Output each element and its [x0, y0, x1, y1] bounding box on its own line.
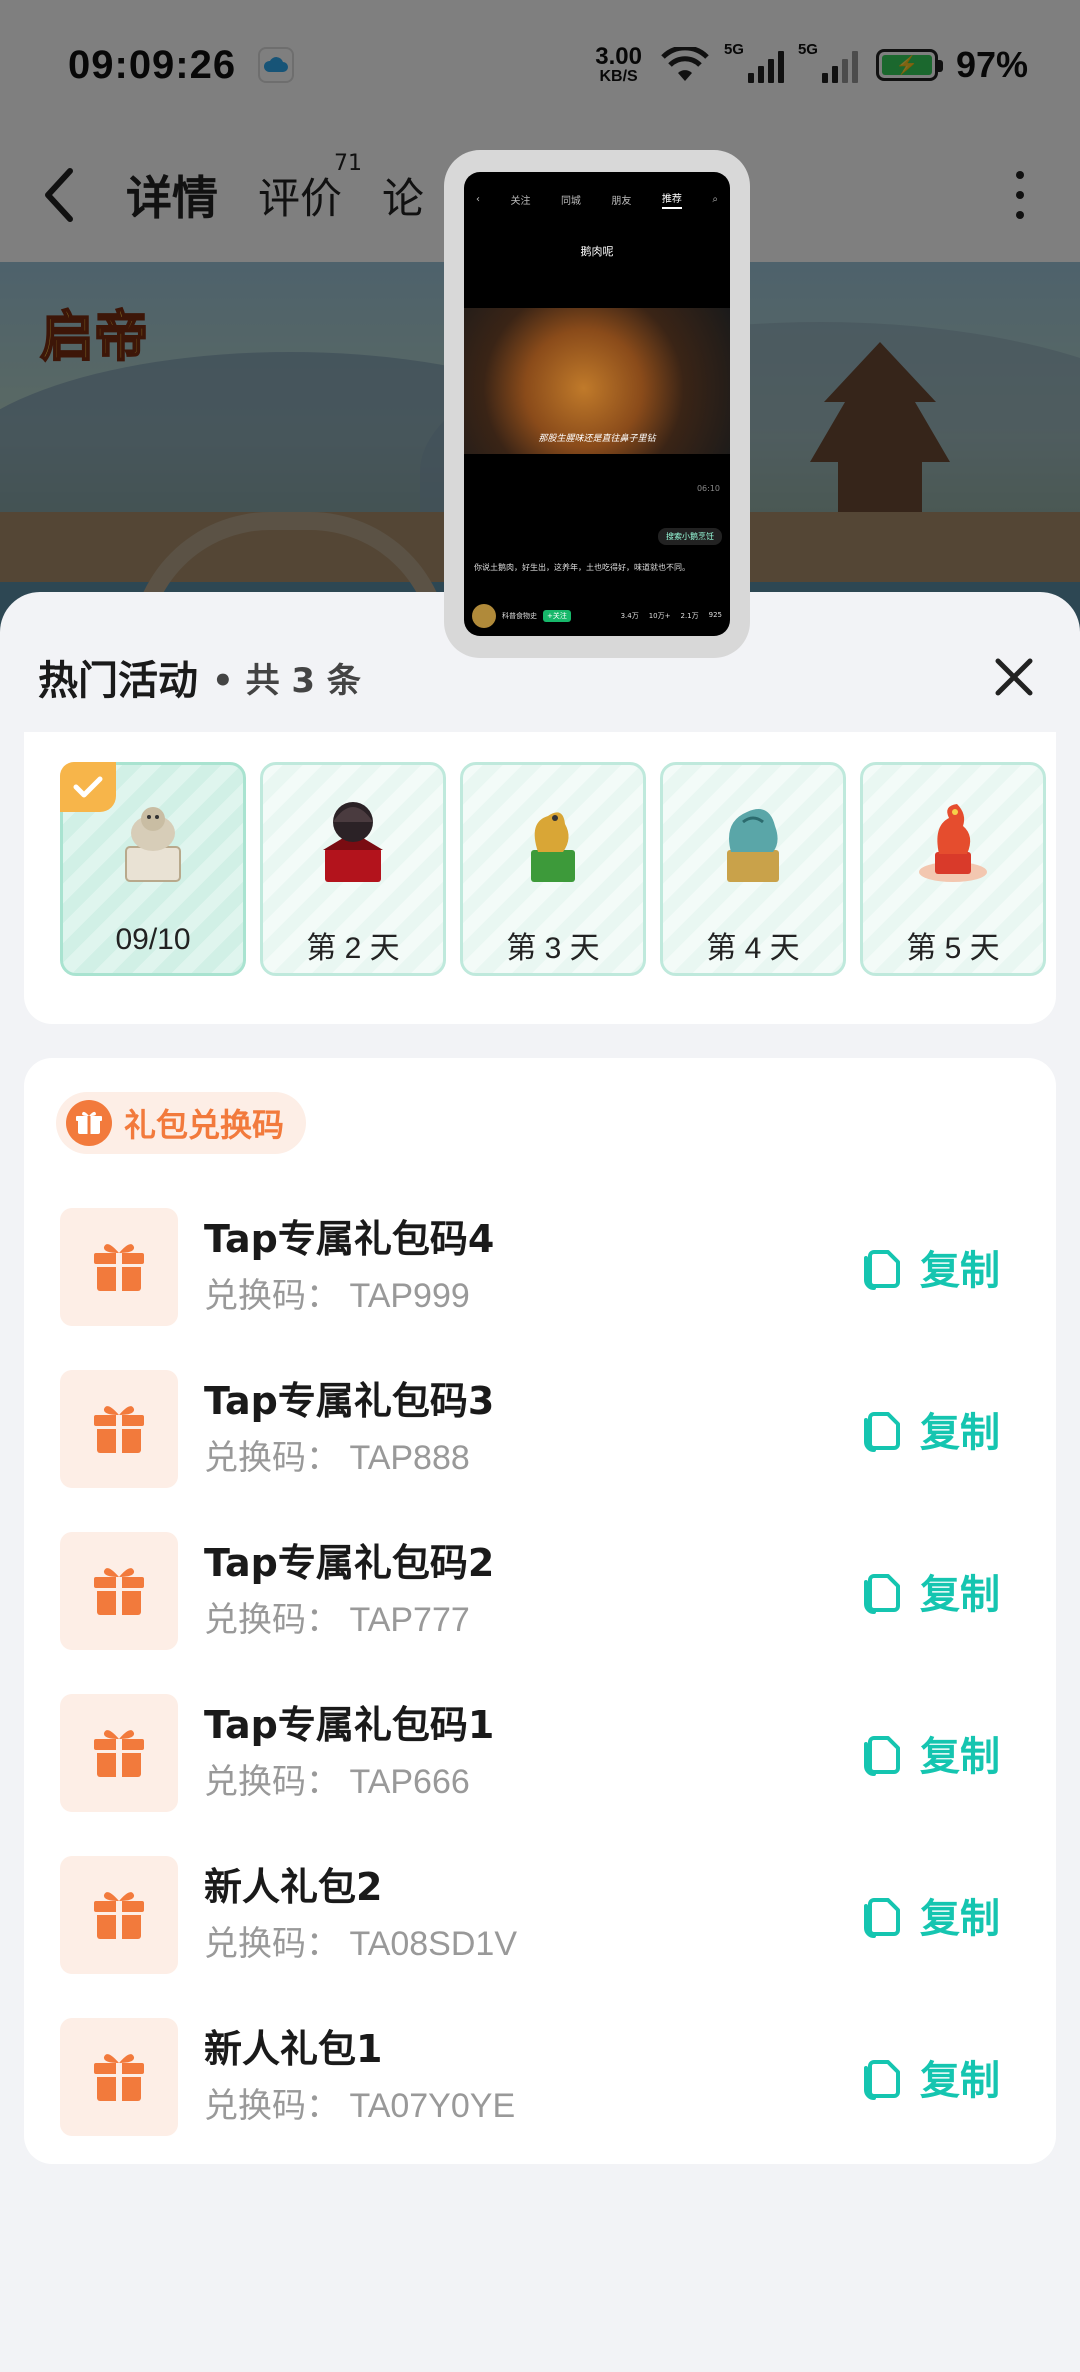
copy-label: 复制: [920, 1248, 1000, 1294]
sheet-count: • 共 3 条: [212, 660, 361, 701]
video-search-icon[interactable]: ⌕: [712, 194, 718, 205]
video-title: 鹅肉呢: [580, 245, 614, 258]
copy-icon: [864, 1250, 900, 1290]
floating-video-player[interactable]: ‹ 关注 同城 朋友 推荐 ⌕ 鹅肉呢 那股生腥味还是直往鼻子里钻 06:10 …: [444, 150, 750, 658]
gift-code-text: Tap专属礼包码1 兑换码： TAP666: [204, 1703, 860, 1804]
copy-icon: [864, 1736, 900, 1776]
sign-in-day-3[interactable]: 第 3 天: [460, 762, 646, 976]
copy-label: 复制: [920, 1572, 1000, 1618]
gift-code-value: 兑换码： TAP888: [204, 1439, 470, 1478]
reward-phoenix-seal-icon: [898, 787, 1008, 897]
reward-tiger-seal-icon: [98, 787, 208, 897]
gift-code-list: Tap专属礼包码4 兑换码： TAP999 复制 Tap专属礼包码3 兑换码： …: [60, 1186, 1020, 2158]
gift-code-row-1: Tap专属礼包码4 兑换码： TAP999 复制: [60, 1186, 1020, 1348]
reward-azure-dragon-seal-icon: [698, 787, 808, 897]
copy-button[interactable]: 复制: [860, 2048, 1000, 2106]
copy-button[interactable]: 复制: [860, 1238, 1000, 1296]
gift-code-text: 新人礼包2 兑换码： TA08SD1V: [204, 1865, 860, 1966]
gift-code-row-4: Tap专属礼包码1 兑换码： TAP666 复制: [60, 1672, 1020, 1834]
gift-code-card: 礼包兑换码 Tap专属礼包码4 兑换码： TAP999 复制 Tap专属礼包码3…: [24, 1058, 1056, 2164]
gift-section-title: 礼包兑换码: [124, 1106, 285, 1144]
sign-in-day-4[interactable]: 第 4 天: [660, 762, 846, 976]
activity-bottom-sheet: 热门活动 • 共 3 条 09/10 第 2 天 第 3 天 第 4 天 第 5…: [0, 592, 1080, 2372]
video-tab-recommend[interactable]: 推荐: [661, 190, 682, 209]
reward-jade-dragon-seal-icon: [498, 787, 608, 897]
video-screen[interactable]: ‹ 关注 同城 朋友 推荐 ⌕ 鹅肉呢 那股生腥味还是直往鼻子里钻 06:10 …: [464, 172, 730, 636]
copy-label: 复制: [920, 1410, 1000, 1456]
gift-icon: [66, 1100, 112, 1146]
copy-icon: [864, 1412, 900, 1452]
gift-code-text: Tap专属礼包码2 兑换码： TAP777: [204, 1541, 860, 1642]
gift-name: Tap专属礼包码3: [204, 1378, 495, 1423]
gift-code-value: 兑换码： TA08SD1V: [204, 1925, 518, 1964]
sheet-title: 热门活动: [38, 658, 198, 704]
author-name: 科普食物史: [502, 612, 537, 620]
copy-label: 复制: [920, 1734, 1000, 1780]
video-tab-follow[interactable]: 关注: [510, 192, 530, 207]
gift-code-row-2: Tap专属礼包码3 兑换码： TAP888 复制: [60, 1348, 1020, 1510]
gift-box-icon: [60, 1208, 178, 1326]
copy-label: 复制: [920, 2058, 1000, 2104]
sign-in-day-5[interactable]: 第 5 天: [860, 762, 1046, 976]
video-search-chip[interactable]: 搜索小鹅烹饪: [658, 528, 722, 545]
sign-in-day-2[interactable]: 第 2 天: [260, 762, 446, 976]
gift-code-row-5: 新人礼包2 兑换码： TA08SD1V 复制: [60, 1834, 1020, 1996]
gift-name: 新人礼包2: [204, 1864, 383, 1909]
favorite-count[interactable]: 2.1万: [680, 611, 698, 621]
gift-code-text: Tap专属礼包码3 兑换码： TAP888: [204, 1379, 860, 1480]
gift-box-icon: [60, 1856, 178, 1974]
day-label: 09/10: [115, 923, 191, 956]
video-meta: 06:10: [696, 484, 720, 493]
gift-code-value: 兑换码： TAP666: [204, 1763, 470, 1802]
close-icon[interactable]: [986, 649, 1042, 705]
gift-code-value: 兑换码： TA07Y0YE: [204, 2087, 516, 2126]
copy-icon: [864, 1574, 900, 1614]
gift-code-row-6: 新人礼包1 兑换码： TA07Y0YE 复制: [60, 1996, 1020, 2158]
day-label: 第 5 天: [906, 932, 1000, 965]
like-count[interactable]: 3.4万: [621, 611, 639, 621]
author-avatar[interactable]: [472, 604, 496, 628]
video-tabs: ‹ 关注 同城 朋友 推荐 ⌕: [464, 172, 730, 209]
checkmark-icon: [60, 762, 116, 812]
sign-in-days-card: 09/10 第 2 天 第 3 天 第 4 天 第 5 天: [24, 732, 1056, 1024]
gift-code-text: Tap专属礼包码4 兑换码： TAP999: [204, 1217, 860, 1318]
day-label: 第 3 天: [506, 932, 600, 965]
gift-name: Tap专属礼包码1: [204, 1702, 495, 1747]
gift-name: Tap专属礼包码2: [204, 1540, 495, 1585]
follow-button[interactable]: +关注: [543, 610, 571, 622]
day-label: 第 2 天: [306, 932, 400, 965]
gift-code-value: 兑换码： TAP999: [204, 1277, 470, 1316]
gift-box-icon: [60, 2018, 178, 2136]
copy-button[interactable]: 复制: [860, 1400, 1000, 1458]
gift-code-value: 兑换码： TAP777: [204, 1601, 470, 1640]
copy-icon: [864, 1898, 900, 1938]
gift-name: 新人礼包1: [204, 2026, 383, 2071]
gift-box-icon: [60, 1370, 178, 1488]
copy-button[interactable]: 复制: [860, 1886, 1000, 1944]
video-tab-local[interactable]: 同城: [561, 192, 581, 207]
video-frame: 那股生腥味还是直往鼻子里钻: [464, 308, 730, 454]
gift-box-icon: [60, 1532, 178, 1650]
gift-box-icon: [60, 1694, 178, 1812]
sign-in-day-1[interactable]: 09/10: [60, 762, 246, 976]
day-label: 第 4 天: [706, 932, 800, 965]
copy-label: 复制: [920, 1896, 1000, 1942]
copy-button[interactable]: 复制: [860, 1562, 1000, 1620]
video-bottom-bar: 科普食物史 +关注 3.4万 10万+ 2.1万 925: [472, 604, 722, 628]
comment-count[interactable]: 925: [709, 611, 722, 621]
reward-red-seal-icon: [298, 787, 408, 897]
share-count[interactable]: 10万+: [649, 611, 671, 621]
gift-code-section-chip: 礼包兑换码: [56, 1092, 307, 1154]
video-tab-friends[interactable]: 朋友: [611, 192, 631, 207]
sign-in-days: 09/10 第 2 天 第 3 天 第 4 天 第 5 天: [60, 762, 1046, 976]
copy-icon: [864, 2060, 900, 2100]
video-caption: 那股生腥味还是直往鼻子里钻: [538, 434, 656, 444]
gift-code-text: 新人礼包1 兑换码： TA07Y0YE: [204, 2027, 860, 2128]
gift-name: Tap专属礼包码4: [204, 1216, 495, 1261]
copy-button[interactable]: 复制: [860, 1724, 1000, 1782]
gift-code-row-3: Tap专属礼包码2 兑换码： TAP777 复制: [60, 1510, 1020, 1672]
video-description: 你说土鹅肉，好生出，这养年，土也吃得好，味道就也不同。: [474, 563, 690, 572]
